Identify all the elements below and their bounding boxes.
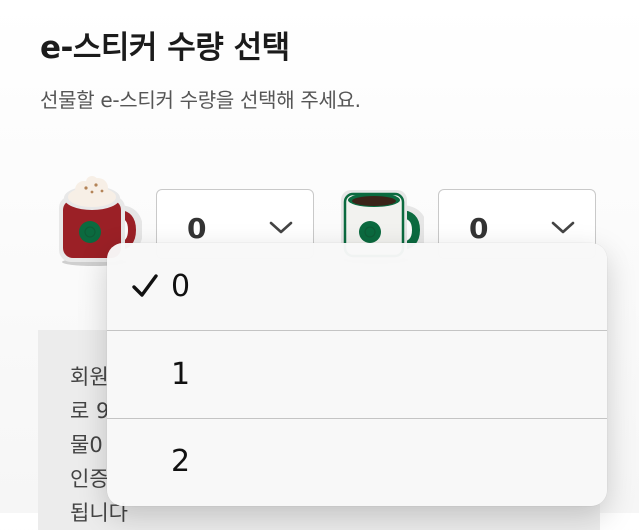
page-subtitle: 선물할 e-스티커 수량을 선택해 주세요. xyxy=(40,88,361,112)
option-label: 2 xyxy=(171,444,191,479)
page-title: e-스티커 수량 선택 xyxy=(40,30,290,66)
quantity-value: 0 xyxy=(187,212,207,245)
quantity-dropdown-menu: 0 1 2 xyxy=(107,243,607,506)
chevron-down-icon xyxy=(551,220,575,239)
checkmark-icon xyxy=(131,273,159,303)
option-label: 0 xyxy=(171,269,191,304)
dropdown-option-0[interactable]: 0 xyxy=(107,243,607,331)
option-label: 1 xyxy=(171,357,191,392)
dropdown-option-1[interactable]: 1 xyxy=(107,331,607,419)
chevron-down-icon xyxy=(269,220,293,239)
dropdown-option-2[interactable]: 2 xyxy=(107,418,607,506)
quantity-value: 0 xyxy=(469,212,489,245)
